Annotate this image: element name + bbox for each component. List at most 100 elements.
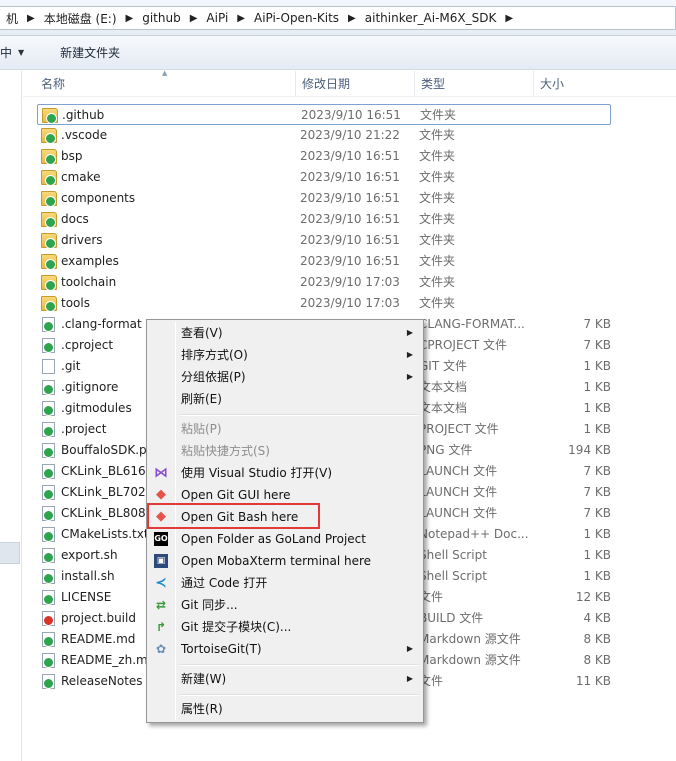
menu-item-group[interactable]: 分组依据(P) ▶ [149, 366, 421, 388]
menu-label: 通过 Code 打开 [181, 576, 268, 590]
breadcrumb-item[interactable]: 本地磁盘 (E:) [40, 10, 121, 27]
file-git-icon [42, 485, 55, 500]
highlight-annotation-box [147, 503, 320, 529]
file-name: export.sh [61, 548, 118, 562]
file-git-icon [42, 380, 55, 395]
address-bar[interactable]: 机 ▶ 本地磁盘 (E:) ▶ github ▶ AiPi ▶ AiPi-Ope… [0, 0, 676, 36]
file-row[interactable]: .github 2023/9/10 16:51 文件夹 [37, 104, 611, 125]
menu-item-goland[interactable]: GO Open Folder as GoLand Project [149, 528, 421, 550]
breadcrumb-item[interactable]: aithinker_Ai-M6X_SDK [361, 11, 501, 25]
menu-item-open-visual-studio[interactable]: ⋈ 使用 Visual Studio 打开(V) [149, 462, 421, 484]
menu-item-open-code[interactable]: ≺ 通过 Code 打开 [149, 572, 421, 594]
file-row[interactable]: drivers 2023/9/10 16:51 文件夹 [37, 230, 611, 251]
file-type: LAUNCH 文件 [419, 506, 498, 520]
breadcrumb-item[interactable]: AiPi-Open-Kits [250, 11, 343, 25]
file-name: tools [61, 296, 90, 310]
menu-item-properties[interactable]: 属性(R) [149, 698, 421, 720]
file-type: 文件夹 [419, 212, 456, 226]
breadcrumb-item[interactable]: AiPi [202, 11, 232, 25]
navigation-pane[interactable] [0, 71, 22, 761]
folder-git-icon [42, 108, 58, 124]
menu-label: Open Folder as GoLand Project [181, 532, 366, 546]
menu-item-paste[interactable]: 粘贴(P) [149, 418, 421, 440]
file-date: 2023/9/10 17:03 [300, 275, 400, 289]
file-type: 文本文档 [419, 401, 468, 415]
column-type[interactable]: 类型 [414, 71, 533, 97]
menu-label: Git 同步... [181, 598, 238, 612]
chevron-right-icon[interactable]: ▶ [232, 13, 250, 24]
column-date[interactable]: 修改日期 [295, 71, 414, 97]
file-size: 7 KB [583, 464, 611, 478]
menu-item-refresh[interactable]: 刷新(E) [149, 388, 421, 410]
file-name: drivers [61, 233, 103, 247]
menu-item-mobaxterm[interactable]: ▣ Open MobaXterm terminal here [149, 550, 421, 572]
toolbar-partial-button[interactable]: 中 [0, 44, 16, 61]
file-row[interactable]: .vscode 2023/9/10 21:22 文件夹 [37, 125, 611, 146]
file-name: .github [62, 108, 105, 122]
folder-git-icon [41, 191, 57, 207]
file-type: PNG 文件 [419, 443, 473, 457]
file-type: 文件夹 [419, 170, 456, 184]
column-size[interactable]: 大小 [533, 71, 676, 97]
menu-item-git-submodule[interactable]: ↱ Git 提交子模块(C)... [149, 616, 421, 638]
menu-item-paste-shortcut[interactable]: 粘贴快捷方式(S) [149, 440, 421, 462]
folder-git-icon [41, 254, 57, 270]
file-row[interactable]: cmake 2023/9/10 16:51 文件夹 [37, 167, 611, 188]
file-size: 8 KB [583, 653, 611, 667]
chevron-right-icon[interactable]: ▶ [343, 13, 361, 24]
file-row[interactable]: tools 2023/9/10 17:03 文件夹 [37, 293, 611, 314]
file-row[interactable]: bsp 2023/9/10 16:51 文件夹 [37, 146, 611, 167]
file-row[interactable]: docs 2023/9/10 16:51 文件夹 [37, 209, 611, 230]
file-type: 文件夹 [419, 296, 456, 310]
file-date: 2023/9/10 16:51 [300, 149, 400, 163]
folder-git-icon [41, 170, 57, 186]
file-type: 文件夹 [419, 233, 456, 247]
file-size: 1 KB [583, 380, 611, 394]
file-git-icon [42, 338, 55, 353]
breadcrumb[interactable]: 机 ▶ 本地磁盘 (E:) ▶ github ▶ AiPi ▶ AiPi-Ope… [0, 6, 676, 30]
file-name: bsp [61, 149, 83, 163]
chevron-right-icon[interactable]: ▶ [185, 13, 203, 24]
new-folder-button[interactable]: 新建文件夹 [56, 44, 124, 61]
file-type: GIT 文件 [419, 359, 467, 373]
file-type: 文件夹 [419, 191, 456, 205]
submenu-arrow-icon: ▶ [406, 372, 413, 381]
menu-item-tortoisegit[interactable]: ✿ TortoiseGit(T) ▶ [149, 638, 421, 660]
file-git-icon [42, 443, 55, 458]
chevron-right-icon[interactable]: ▶ [500, 13, 518, 24]
file-row[interactable]: toolchain 2023/9/10 17:03 文件夹 [37, 272, 611, 293]
file-git-icon [42, 317, 55, 332]
menu-separator [179, 694, 419, 696]
file-type: 文件夹 [419, 275, 456, 289]
nav-selected-item[interactable] [0, 542, 20, 564]
file-git-icon [42, 548, 55, 563]
file-name: README.md [61, 632, 136, 646]
file-git-icon [42, 590, 55, 605]
breadcrumb-item[interactable]: github [138, 11, 184, 25]
menu-item-git-sync[interactable]: ⇄ Git 同步... [149, 594, 421, 616]
menu-item-new[interactable]: 新建(W) ▶ [149, 668, 421, 690]
file-size: 1 KB [583, 548, 611, 562]
file-type: Shell Script [419, 569, 487, 583]
goland-icon: GO [154, 532, 168, 546]
chevron-right-icon[interactable]: ▶ [22, 13, 40, 24]
file-name: .vscode [61, 128, 108, 142]
file-name: LICENSE [61, 590, 112, 604]
file-name: install.sh [61, 569, 115, 583]
menu-label: 粘贴(P) [181, 422, 222, 436]
file-name: .clang-format [61, 317, 142, 331]
chevron-right-icon[interactable]: ▶ [121, 13, 139, 24]
file-row[interactable]: components 2023/9/10 16:51 文件夹 [37, 188, 611, 209]
file-size: 1 KB [583, 527, 611, 541]
menu-item-view[interactable]: 查看(V) ▶ [149, 322, 421, 344]
file-type: CLANG-FORMAT... [419, 317, 525, 331]
column-name[interactable]: 名称 [35, 71, 295, 97]
breadcrumb-item[interactable]: 机 [2, 10, 22, 27]
column-header: ▲ 名称 修改日期 类型 大小 [23, 69, 676, 97]
file-row[interactable]: examples 2023/9/10 16:51 文件夹 [37, 251, 611, 272]
chevron-down-icon[interactable]: ▼ [18, 48, 24, 57]
file-name: cmake [61, 170, 101, 184]
menu-item-sort[interactable]: 排序方式(O) ▶ [149, 344, 421, 366]
menu-separator [179, 664, 419, 666]
file-name: .git [61, 359, 81, 373]
